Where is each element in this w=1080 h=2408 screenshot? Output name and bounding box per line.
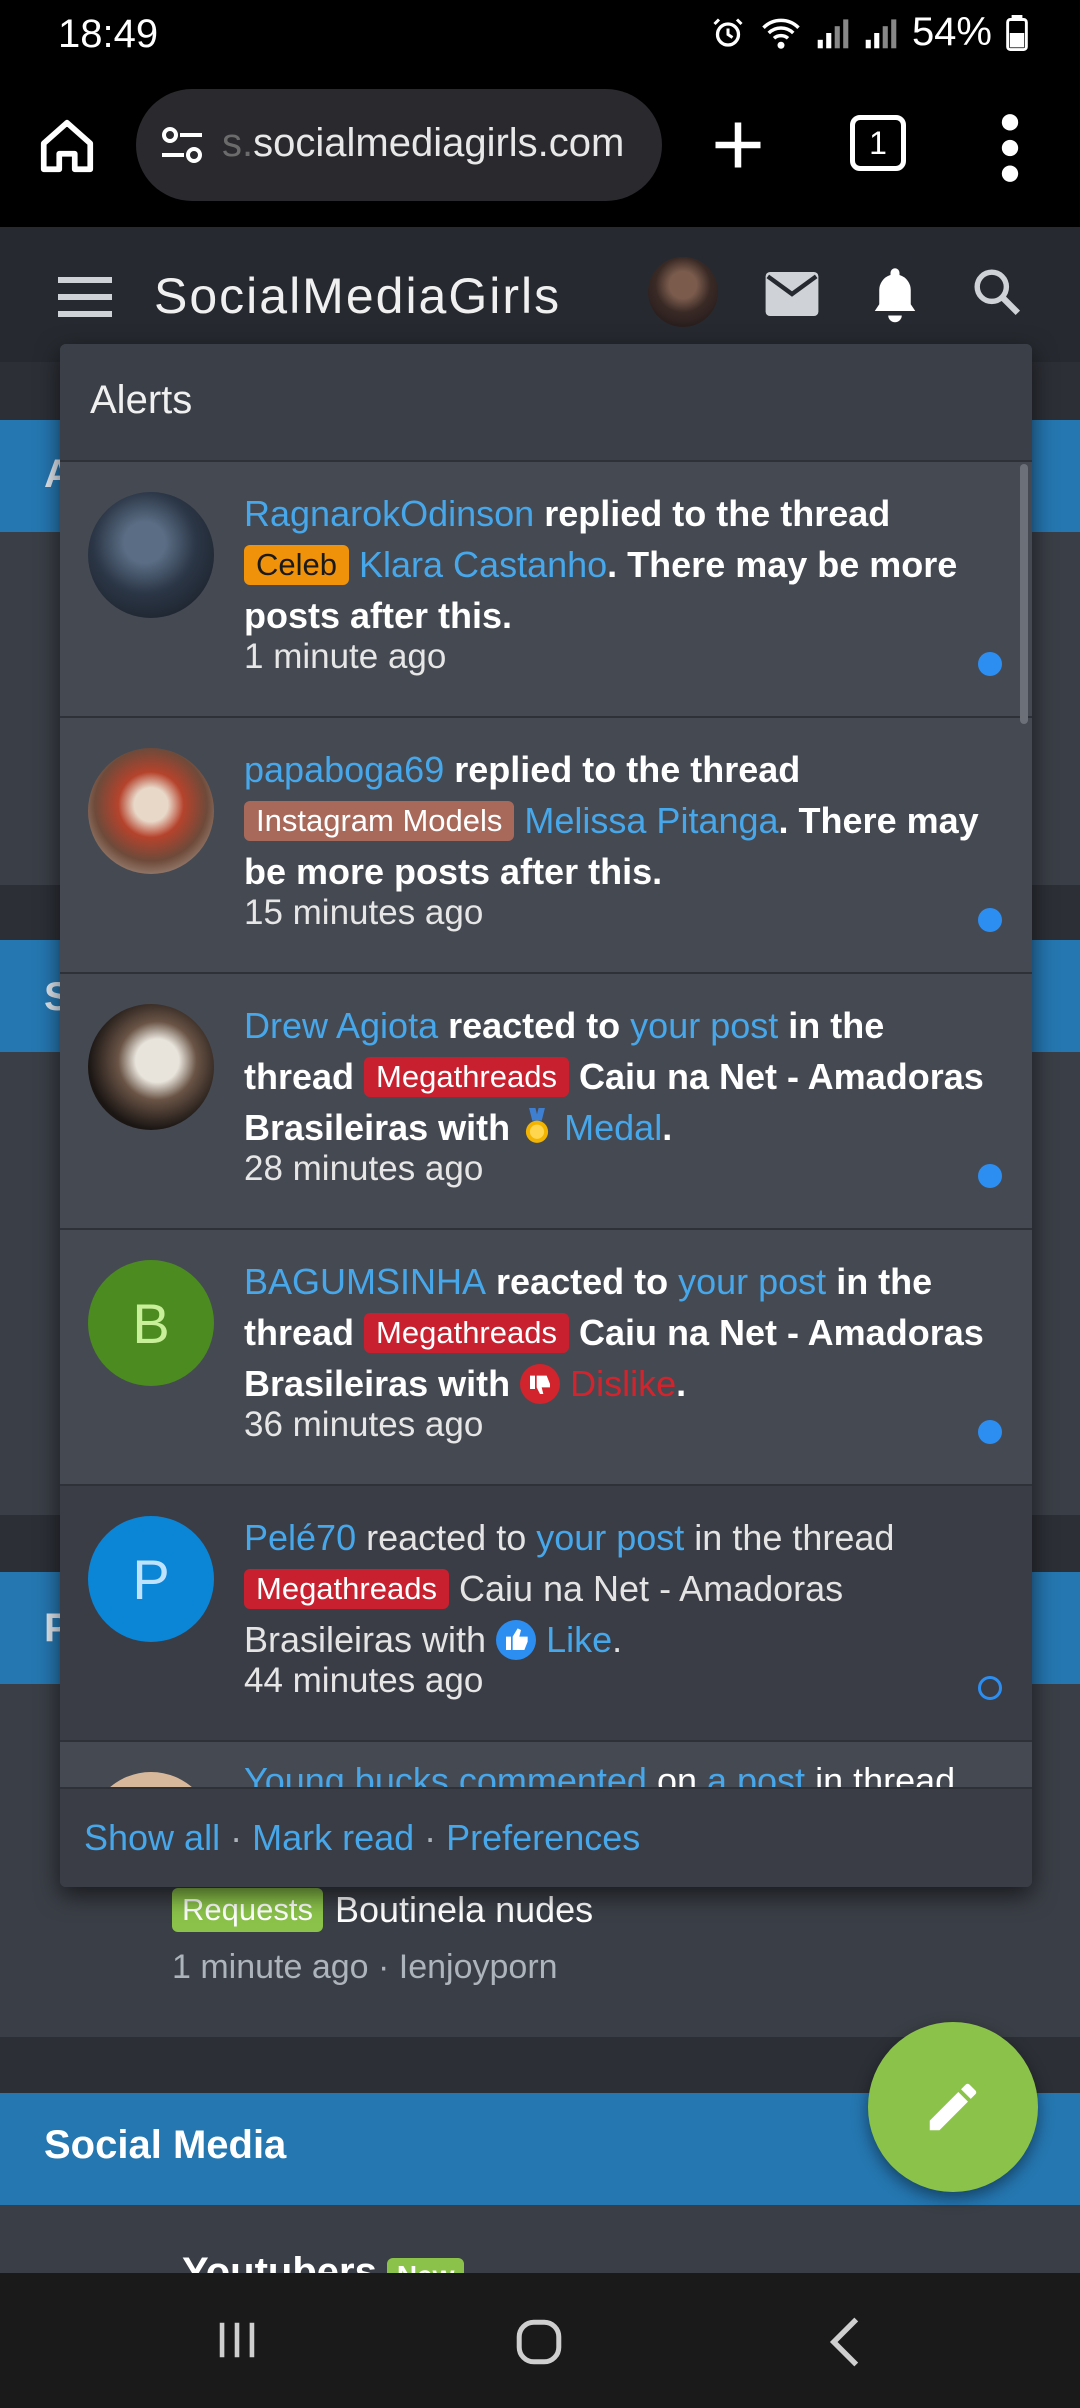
post-link[interactable]: your post — [536, 1517, 684, 1558]
avatar[interactable]: P — [88, 1516, 214, 1642]
alert-username[interactable]: papaboga69 — [244, 749, 444, 790]
alert-item[interactable]: Drew Agiota reacted to your post in the … — [60, 974, 1032, 1230]
search-icon[interactable] — [972, 267, 1022, 317]
alert-time: 36 minutes ago — [244, 1405, 484, 1444]
alerts-scrollbar[interactable] — [1020, 464, 1028, 724]
thread-prefix-tag[interactable]: Celeb — [244, 545, 349, 585]
alert-item[interactable]: B BAGUMSINHA reacted to your post in the… — [60, 1230, 1032, 1486]
unread-indicator[interactable] — [978, 1420, 1002, 1444]
post-link[interactable]: your post — [630, 1005, 778, 1046]
alert-text: RagnarokOdinson replied to the thread Ce… — [244, 493, 958, 636]
thread-link[interactable]: Klara Castanho — [359, 544, 607, 585]
thread-title[interactable]: Boutinela nudes — [335, 1889, 593, 1931]
latest-thread-row[interactable]: Requests Boutinela nudes — [172, 1888, 593, 1932]
status-icons: 54% — [710, 10, 1028, 55]
medal-icon — [526, 1108, 549, 1143]
unread-indicator[interactable] — [978, 908, 1002, 932]
thread-prefix-tag[interactable]: Instagram Models — [244, 801, 515, 841]
unread-indicator[interactable] — [978, 1164, 1002, 1188]
alert-item[interactable]: RagnarokOdinson replied to the thread Ce… — [60, 462, 1032, 718]
unread-indicator[interactable] — [978, 652, 1002, 676]
more-vert-icon[interactable] — [990, 113, 1030, 183]
system-nav-bar — [0, 2273, 1080, 2408]
status-time: 18:49 — [58, 12, 159, 56]
tabs-icon[interactable]: 1 — [850, 115, 906, 171]
preferences-link[interactable]: Preferences — [446, 1817, 640, 1858]
avatar[interactable] — [88, 492, 214, 618]
reaction-name: Like — [546, 1619, 613, 1660]
alerts-footer: Show all · Mark read · Preferences — [60, 1787, 1032, 1887]
alert-time: 44 minutes ago — [244, 1661, 484, 1700]
post-link[interactable]: your post — [678, 1261, 826, 1302]
thread-meta: 1 minute ago · Ienjoyporn — [172, 1948, 558, 1986]
alert-text: Young bucks commented on a post in threa… — [244, 1760, 956, 1787]
mail-icon[interactable] — [765, 272, 819, 316]
edit-icon — [929, 2083, 977, 2131]
alert-text: Drew Agiota reacted to your post in the … — [244, 1005, 984, 1148]
recent-apps-icon[interactable] — [214, 2317, 260, 2363]
nav-home-icon[interactable] — [514, 2317, 564, 2367]
plus-icon[interactable] — [708, 115, 768, 175]
dislike-icon — [520, 1364, 561, 1404]
thread-prefix-tag[interactable]: Megathreads — [244, 1569, 449, 1609]
bell-icon[interactable] — [868, 263, 922, 323]
tune-icon[interactable] — [158, 123, 206, 167]
home-icon[interactable] — [36, 115, 98, 177]
thread-prefix-tag[interactable]: Megathreads — [364, 1313, 569, 1353]
alert-text: BAGUMSINHA reacted to your post in the t… — [244, 1261, 984, 1404]
battery-percent: 54% — [911, 10, 992, 54]
alert-item[interactable]: P Pelé70 reacted to your post in the thr… — [60, 1486, 1032, 1742]
site-logo[interactable]: SocialMediaGirls — [154, 267, 561, 325]
reaction-name: Medal — [564, 1107, 663, 1148]
avatar[interactable] — [88, 1004, 214, 1130]
site-header: SocialMediaGirls — [0, 227, 1080, 362]
alert-item-partial[interactable]: Young bucks commented on a post in threa… — [60, 1742, 1032, 1787]
signal-icon-2 — [865, 18, 897, 48]
alert-text: Pelé70 reacted to your post in the threa… — [244, 1517, 895, 1660]
wifi-icon — [762, 18, 800, 49]
back-icon[interactable] — [828, 2315, 862, 2369]
alert-time: 1 minute ago — [244, 637, 447, 676]
alert-text: papaboga69 replied to the thread Instagr… — [244, 749, 979, 892]
url-text: s.socialmediagirls.com — [222, 121, 625, 165]
alert-item[interactable]: papaboga69 replied to the thread Instagr… — [60, 718, 1032, 974]
alerts-popup: Alerts RagnarokOdinson replied to the th… — [60, 344, 1032, 1887]
requests-tag[interactable]: Requests — [172, 1888, 323, 1932]
thread-link[interactable]: Melissa Pitanga — [524, 800, 778, 841]
avatar[interactable] — [88, 1772, 214, 1787]
alert-username[interactable]: RagnarokOdinson — [244, 493, 534, 534]
alerts-title: Alerts — [60, 344, 1032, 462]
avatar[interactable] — [88, 748, 214, 874]
alert-username[interactable]: Pelé70 — [244, 1517, 356, 1558]
mark-read-link[interactable]: Mark read — [252, 1817, 414, 1858]
alert-username[interactable]: BAGUMSINHA — [244, 1261, 486, 1302]
thread-prefix-tag[interactable]: Megathreads — [364, 1057, 569, 1097]
read-indicator[interactable] — [978, 1676, 1002, 1700]
battery-icon — [1006, 14, 1028, 51]
like-icon — [496, 1620, 537, 1660]
alert-time: 15 minutes ago — [244, 893, 484, 932]
alarm-icon — [713, 17, 743, 47]
new-post-button[interactable] — [868, 2022, 1038, 2192]
address-bar[interactable]: s.socialmediagirls.com — [136, 89, 662, 201]
status-bar: 18:49 54% — [0, 0, 1080, 75]
alert-username[interactable]: Drew Agiota — [244, 1005, 438, 1046]
reaction-name: Dislike — [570, 1363, 677, 1404]
hamburger-icon[interactable] — [58, 277, 112, 317]
account-avatar[interactable] — [648, 257, 718, 327]
browser-toolbar: s.socialmediagirls.com 1 — [0, 75, 1080, 227]
avatar[interactable]: B — [88, 1260, 214, 1386]
signal-icon — [817, 18, 849, 48]
alert-time: 28 minutes ago — [244, 1149, 484, 1188]
show-all-link[interactable]: Show all — [84, 1817, 220, 1858]
social-media-title[interactable]: Social Media — [44, 2123, 286, 2168]
